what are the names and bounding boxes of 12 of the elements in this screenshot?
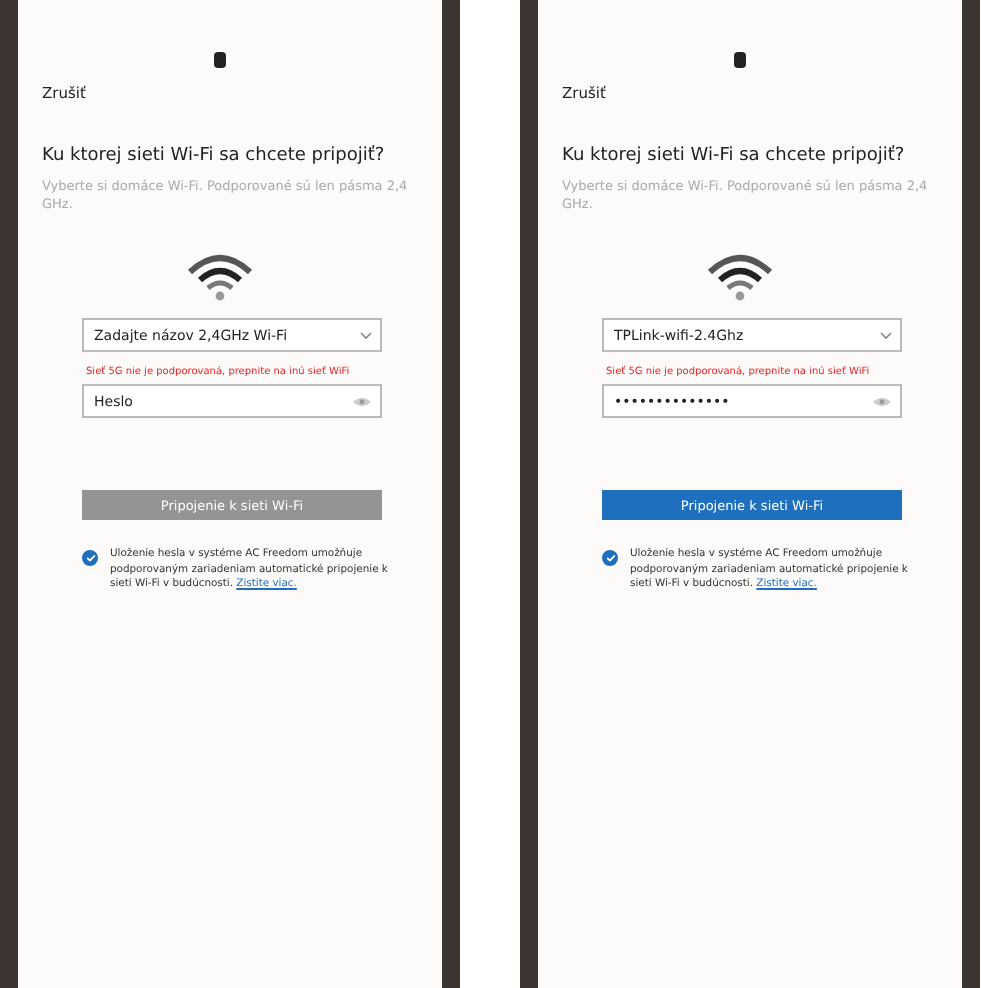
chevron-down-icon [360, 331, 372, 340]
wifi-icon [706, 250, 774, 303]
chevron-down-icon [880, 331, 892, 340]
camera-icon [734, 52, 746, 68]
wifi-icon [186, 250, 254, 303]
checkbox[interactable] [602, 550, 618, 567]
eye-icon [352, 396, 372, 407]
camera-icon [214, 52, 226, 68]
eye-icon [872, 396, 892, 407]
page-title: Ku ktorej sieti Wi-Fi sa chcete pripojiť? [562, 146, 907, 166]
page-title: Ku ktorej sieti Wi-Fi sa chcete pripojiť? [42, 146, 387, 166]
checkbox[interactable] [82, 550, 98, 567]
